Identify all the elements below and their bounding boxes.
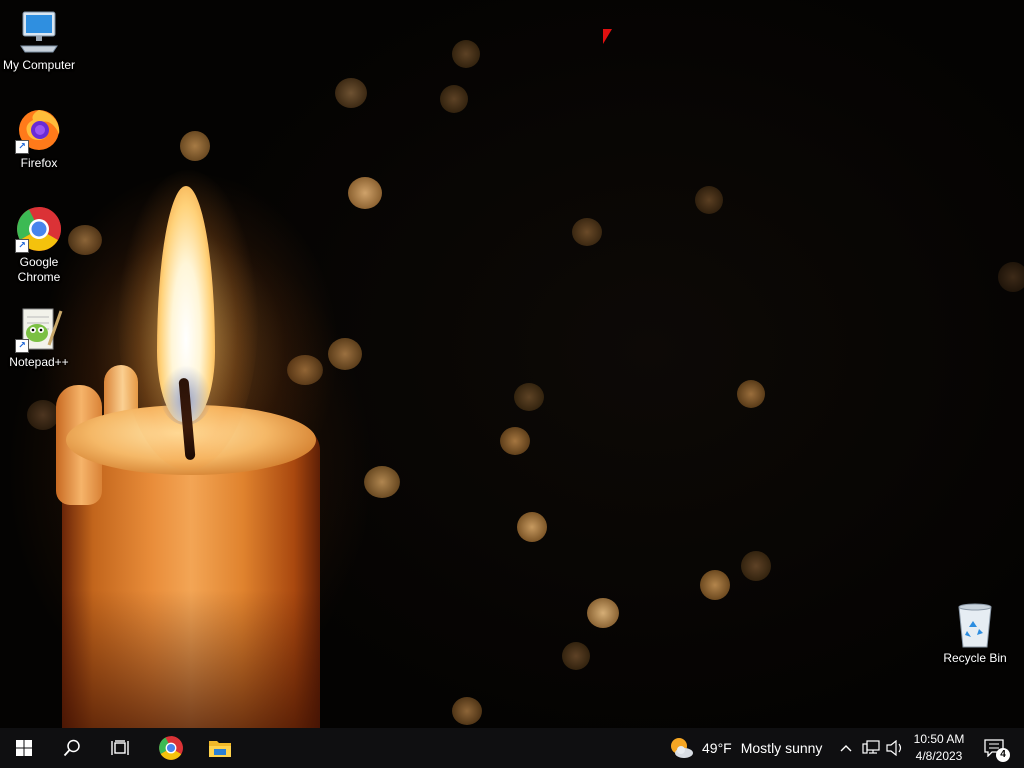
desktop-wallpaper — [0, 0, 1024, 728]
recycle-bin-icon — [951, 601, 999, 649]
shortcut-arrow-icon: ↗ — [15, 140, 29, 154]
bokeh-light — [500, 427, 530, 455]
network-icon — [862, 740, 880, 754]
notification-count-badge: 4 — [996, 748, 1010, 762]
bokeh-light — [440, 85, 468, 113]
desktop-icon-google-chrome[interactable]: ↗ Google Chrome — [0, 205, 79, 285]
bokeh-light — [348, 177, 382, 209]
desktop-icon-firefox[interactable]: ↗ Firefox — [0, 106, 79, 171]
network-button[interactable] — [859, 728, 883, 768]
clock-time: 10:50 AM — [913, 732, 965, 746]
weather-widget[interactable]: 49°F Mostly sunny — [668, 728, 832, 768]
volume-icon — [886, 740, 902, 756]
shortcut-arrow-icon: ↗ — [15, 339, 29, 353]
bokeh-light — [700, 570, 730, 600]
desktop-icon-label: Recycle Bin — [943, 651, 1007, 665]
task-view-button[interactable] — [96, 728, 144, 768]
bokeh-light — [695, 186, 723, 214]
bokeh-light — [514, 383, 544, 411]
start-button[interactable] — [0, 728, 48, 768]
mouse-cursor — [603, 29, 612, 44]
windows-start-icon — [16, 740, 32, 756]
bokeh-light — [452, 40, 480, 68]
bokeh-light — [741, 551, 771, 581]
task-view-icon — [111, 740, 129, 755]
chrome-icon: ↗ — [15, 205, 63, 253]
shortcut-arrow-icon: ↗ — [15, 239, 29, 253]
desktop-icon-label: Notepad++ — [9, 355, 69, 369]
bokeh-light — [517, 512, 547, 542]
desktop-icon-label: Google Chrome — [17, 255, 61, 284]
bokeh-light — [562, 642, 590, 670]
taskbar-chrome[interactable] — [147, 728, 195, 768]
volume-button[interactable] — [884, 728, 906, 768]
bokeh-light — [737, 380, 765, 408]
show-hidden-icons-button[interactable] — [836, 728, 856, 768]
desktop-icon-notepadpp[interactable]: ↗ Notepad++ — [0, 305, 79, 370]
clock[interactable]: 10:50 AM 4/8/2023 — [908, 728, 970, 768]
bokeh-light — [335, 78, 367, 108]
weather-condition: Mostly sunny — [740, 740, 823, 756]
action-center-button[interactable]: 4 — [978, 728, 1010, 768]
firefox-icon: ↗ — [15, 106, 63, 154]
bokeh-light — [998, 262, 1024, 292]
taskbar-file-explorer[interactable] — [196, 728, 244, 768]
bokeh-light — [452, 697, 482, 725]
desktop-icon-recycle-bin[interactable]: Recycle Bin — [935, 601, 1015, 666]
weather-temperature: 49°F — [702, 740, 732, 756]
bokeh-light — [364, 466, 400, 498]
taskbar: 49°F Mostly sunny 10:50 AM 4/8/2023 4 — [0, 728, 1024, 768]
file-explorer-icon — [209, 741, 231, 757]
chevron-up-icon — [840, 745, 852, 752]
chrome-icon — [159, 736, 183, 760]
partly-sunny-icon — [671, 738, 693, 758]
clock-date: 4/8/2023 — [915, 749, 963, 763]
search-icon — [63, 739, 80, 757]
bokeh-light — [572, 218, 602, 246]
bokeh-light — [587, 598, 619, 628]
search-button[interactable] — [48, 728, 96, 768]
desktop-icon-label: Firefox — [20, 156, 58, 170]
bokeh-light — [180, 131, 210, 161]
notepadpp-icon: ↗ — [15, 305, 63, 353]
desktop-icon-label: My Computer — [2, 58, 76, 72]
computer-icon — [15, 8, 63, 56]
desktop-icon-my-computer[interactable]: My Computer — [0, 8, 79, 73]
